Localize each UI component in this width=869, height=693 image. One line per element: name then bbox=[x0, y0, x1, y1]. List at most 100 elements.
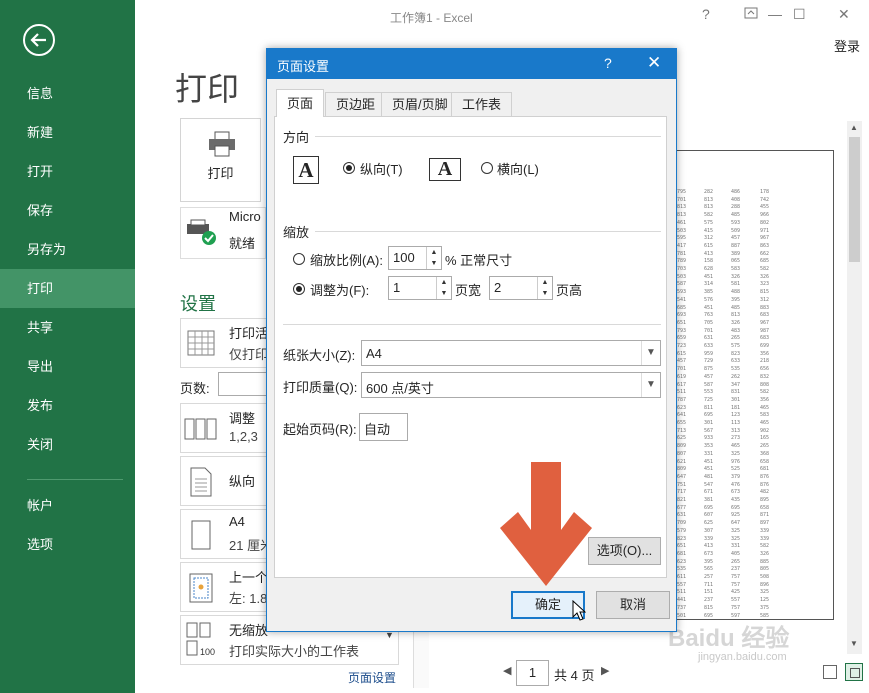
preview-cell: 312 bbox=[704, 235, 714, 242]
cancel-button[interactable]: 取消 bbox=[596, 591, 670, 619]
sidebar-item-publish[interactable]: 发布 bbox=[0, 386, 135, 425]
sidebar-item-open[interactable]: 打开 bbox=[0, 152, 135, 191]
scroll-up-icon[interactable]: ▲ bbox=[850, 123, 858, 132]
preview-cell: 658 bbox=[760, 504, 770, 511]
preview-cell: 685 bbox=[760, 258, 770, 265]
spin-up-icon: ▲ bbox=[440, 279, 448, 286]
tab-page[interactable]: 页面 bbox=[276, 89, 325, 117]
landscape-radio[interactable] bbox=[481, 162, 493, 174]
preview-cell: 557 bbox=[731, 597, 741, 604]
fit-tall-spinner[interactable]: 2 ▲ ▼ bbox=[489, 276, 553, 300]
portrait-radio[interactable] bbox=[343, 162, 355, 174]
sidebar-item-print[interactable]: 打印 bbox=[0, 269, 135, 308]
tab-sheet[interactable]: 工作表 bbox=[451, 92, 513, 116]
portrait-label[interactable]: 纵向(T) bbox=[360, 159, 403, 178]
preview-cell: 976 bbox=[731, 458, 741, 465]
window-title: 工作簿1 - Excel bbox=[390, 11, 473, 25]
preview-cell: 567 bbox=[704, 427, 714, 434]
preview-cell: 385 bbox=[704, 289, 714, 296]
sidebar-item-save-as[interactable]: 另存为 bbox=[0, 230, 135, 269]
printer-selector[interactable]: Micro 就绪 bbox=[180, 207, 266, 259]
signin-link[interactable]: 登录 bbox=[834, 36, 860, 55]
preview-cell: 313 bbox=[731, 427, 741, 434]
preview-cell: 525 bbox=[731, 466, 741, 473]
settings-heading: 设置 bbox=[180, 294, 216, 314]
preview-cell: 237 bbox=[731, 566, 741, 573]
preview-cell: 486 bbox=[731, 189, 741, 195]
prev-page-icon[interactable]: ◀ bbox=[503, 664, 511, 677]
preview-cell: 902 bbox=[760, 427, 770, 434]
sidebar-item-save[interactable]: 保存 bbox=[0, 191, 135, 230]
spin-up-icon: ▲ bbox=[541, 279, 549, 286]
tab-header-footer[interactable]: 页眉/页脚 bbox=[381, 92, 459, 116]
sidebar-item-share[interactable]: 共享 bbox=[0, 308, 135, 347]
back-button[interactable] bbox=[23, 24, 55, 56]
page-setup-link[interactable]: 页面设置 bbox=[348, 669, 396, 686]
setting-title: A4 bbox=[229, 514, 245, 529]
preview-cell: 587 bbox=[677, 281, 687, 288]
preview-cell: 611 bbox=[677, 574, 687, 580]
landscape-label[interactable]: 横向(L) bbox=[497, 159, 539, 178]
sidebar-item-new[interactable]: 新建 bbox=[0, 113, 135, 152]
preview-cell: 547 bbox=[704, 481, 714, 488]
sidebar-item-export[interactable]: 导出 bbox=[0, 347, 135, 386]
dialog-close-icon[interactable]: ✕ bbox=[647, 53, 661, 73]
preview-cell: 625 bbox=[677, 435, 687, 442]
preview-cell: 876 bbox=[760, 473, 770, 480]
maximize-button[interactable]: ☐ bbox=[793, 6, 806, 23]
adjust-to-spinner[interactable]: 100 ▲ ▼ bbox=[388, 246, 442, 270]
preview-cell: 709 bbox=[677, 520, 687, 527]
preview-cell: 781 bbox=[677, 250, 687, 257]
fit-tall-suffix: 页高 bbox=[556, 283, 583, 298]
adjust-to-radio[interactable] bbox=[293, 253, 305, 265]
preview-cell: 375 bbox=[760, 604, 770, 611]
portrait-page-icon bbox=[190, 467, 212, 497]
minimize-button[interactable]: — bbox=[768, 6, 782, 22]
fit-to-radio[interactable] bbox=[293, 283, 305, 295]
first-page-number-input[interactable]: 自动 bbox=[359, 413, 408, 441]
preview-cell: 257 bbox=[704, 574, 714, 580]
adjust-to-label[interactable]: 缩放比例(A): bbox=[310, 250, 383, 269]
tab-margins[interactable]: 页边距 bbox=[325, 92, 387, 116]
preview-cell: 065 bbox=[731, 258, 741, 265]
spin-down-icon: ▼ bbox=[541, 290, 549, 297]
spin-up-icon: ▲ bbox=[430, 249, 438, 256]
setting-subtitle: 1,2,3 bbox=[229, 429, 258, 444]
paper-size-select[interactable]: A4 ▼ bbox=[361, 340, 661, 366]
scroll-thumb[interactable] bbox=[849, 137, 860, 262]
preview-cell: 737 bbox=[677, 604, 687, 611]
preview-cell: 967 bbox=[760, 319, 770, 326]
scroll-down-icon[interactable]: ▼ bbox=[850, 639, 858, 648]
preview-cell: 485 bbox=[731, 212, 741, 219]
chevron-down-icon[interactable]: ▼ bbox=[641, 341, 660, 365]
help-icon[interactable]: ? bbox=[702, 6, 710, 22]
sidebar-item-options[interactable]: 选项 bbox=[0, 525, 135, 564]
print-quality-select[interactable]: 600 点/英寸 ▼ bbox=[361, 372, 661, 398]
print-button[interactable]: 打印 bbox=[180, 118, 261, 202]
next-page-icon[interactable]: ▶ bbox=[601, 664, 609, 677]
setting-title: 调整 bbox=[229, 411, 256, 426]
preview-cell: 677 bbox=[677, 504, 687, 511]
options-button[interactable]: 选项(O)... bbox=[588, 537, 661, 565]
section-divider bbox=[283, 324, 661, 325]
chevron-down-icon[interactable]: ▼ bbox=[641, 373, 660, 397]
close-button[interactable]: ✕ bbox=[838, 6, 850, 23]
fit-wide-spinner[interactable]: 1 ▲ ▼ bbox=[388, 276, 452, 300]
page-count: 共 4 页 bbox=[554, 668, 595, 683]
fit-to-label[interactable]: 调整为(F): bbox=[310, 280, 369, 299]
ribbon-display-options-icon[interactable] bbox=[744, 6, 758, 22]
current-page-input[interactable]: 1 bbox=[516, 660, 549, 686]
sidebar-item-close[interactable]: 关闭 bbox=[0, 425, 135, 464]
zoom-to-page-icon[interactable] bbox=[845, 663, 863, 681]
dialog-help-icon[interactable]: ? bbox=[604, 55, 612, 71]
sidebar-item-info[interactable]: 信息 bbox=[0, 74, 135, 113]
printer-icon bbox=[209, 131, 235, 157]
preview-cell: 575 bbox=[731, 343, 741, 349]
printer-ready-icon bbox=[187, 219, 216, 245]
show-margins-icon[interactable] bbox=[823, 665, 837, 679]
paper-icon bbox=[191, 520, 211, 550]
sidebar-item-account[interactable]: 帐户 bbox=[0, 486, 135, 525]
preview-cell: 763 bbox=[704, 312, 714, 319]
preview-cell: 887 bbox=[731, 242, 741, 249]
preview-cell: 831 bbox=[731, 389, 741, 396]
